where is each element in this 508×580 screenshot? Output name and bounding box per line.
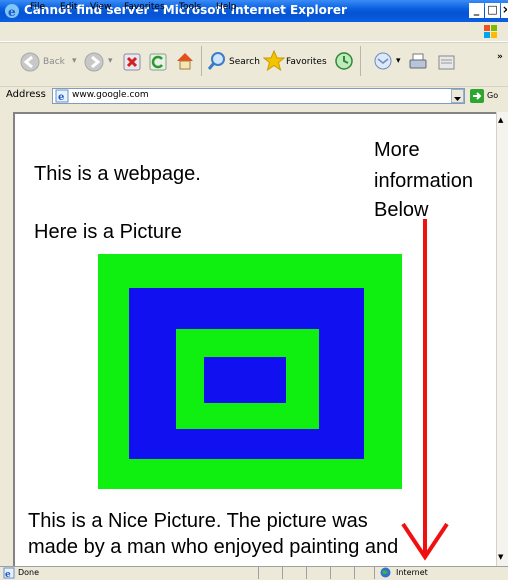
back-dropdown-icon[interactable]: ▾ [72,56,77,66]
status-panel [306,567,321,579]
print-icon[interactable] [408,52,428,72]
forward-arrow-icon[interactable] [84,52,104,72]
menu-view[interactable]: View [90,2,111,12]
minimize-button[interactable]: _ [469,3,484,18]
caption-line2: made by a man who enjoyed painting and [28,536,399,558]
forward-dropdown-icon[interactable]: ▾ [108,56,113,66]
vertical-scrollbar[interactable] [496,112,508,566]
scroll-up-icon[interactable]: ▲ [498,116,503,124]
status-panel [330,567,345,579]
menu-favorites[interactable]: Favorites [124,2,165,12]
internet-globe-icon [380,567,391,578]
ie-logo-icon: e [5,4,19,19]
favorites-star-icon[interactable] [263,50,285,72]
status-zone-text: Internet [396,568,428,577]
maximize-button[interactable]: □ [485,3,500,18]
menu-help[interactable]: Help [216,2,237,12]
mail-icon[interactable] [373,51,393,71]
stop-icon[interactable] [122,52,142,72]
status-zone-panel [374,567,495,579]
home-icon[interactable] [174,50,196,72]
toolbar-separator [360,46,361,76]
status-panel [258,567,273,579]
menu-file[interactable]: File [30,2,45,12]
toolbar-separator [201,46,202,76]
menu-edit[interactable]: Edit [60,2,77,12]
favorites-label[interactable]: Favorites [286,57,327,67]
history-icon[interactable] [334,51,354,71]
intro-text: This is a webpage. [34,163,201,185]
search-label[interactable]: Search [229,57,260,67]
address-label: Address [6,89,46,100]
side-note-line1: More [374,139,420,161]
go-arrow-icon[interactable] [470,89,484,103]
menu-bar [0,22,508,42]
back-arrow-icon[interactable] [20,52,40,72]
address-url: www.google.com [72,90,149,100]
svg-text:e: e [58,92,64,103]
scroll-down-icon[interactable]: ▼ [498,553,503,561]
close-button[interactable]: × [501,3,508,18]
picture-heading: Here is a Picture [34,221,182,243]
down-arrow-annotation [401,219,449,561]
toolbar-overflow-icon[interactable]: » [497,52,503,62]
windows-logo-icon [484,25,497,38]
page-icon: e [55,89,69,103]
go-label[interactable]: Go [487,91,498,100]
side-note-line2: information [374,170,473,192]
picture-blue-center [204,357,286,403]
status-panel [354,567,369,579]
status-panel [282,567,297,579]
caption-line1: This is a Nice Picture. The picture was [28,510,368,532]
status-text: Done [18,568,40,577]
search-icon[interactable] [207,51,227,71]
page-status-icon: e [3,567,15,579]
picture [98,254,402,489]
page-content: This is a webpage. Here is a Picture Mor… [13,112,496,566]
mail-dropdown-icon[interactable]: ▾ [396,56,401,66]
svg-text:e: e [8,5,16,19]
refresh-icon[interactable] [148,52,168,72]
back-label[interactable]: Back [43,57,65,67]
chevron-down-icon [454,97,461,101]
menu-tools[interactable]: Tools [179,2,201,12]
address-dropdown-button[interactable] [451,89,464,103]
svg-text:e: e [5,570,11,579]
edit-icon[interactable] [437,53,457,73]
